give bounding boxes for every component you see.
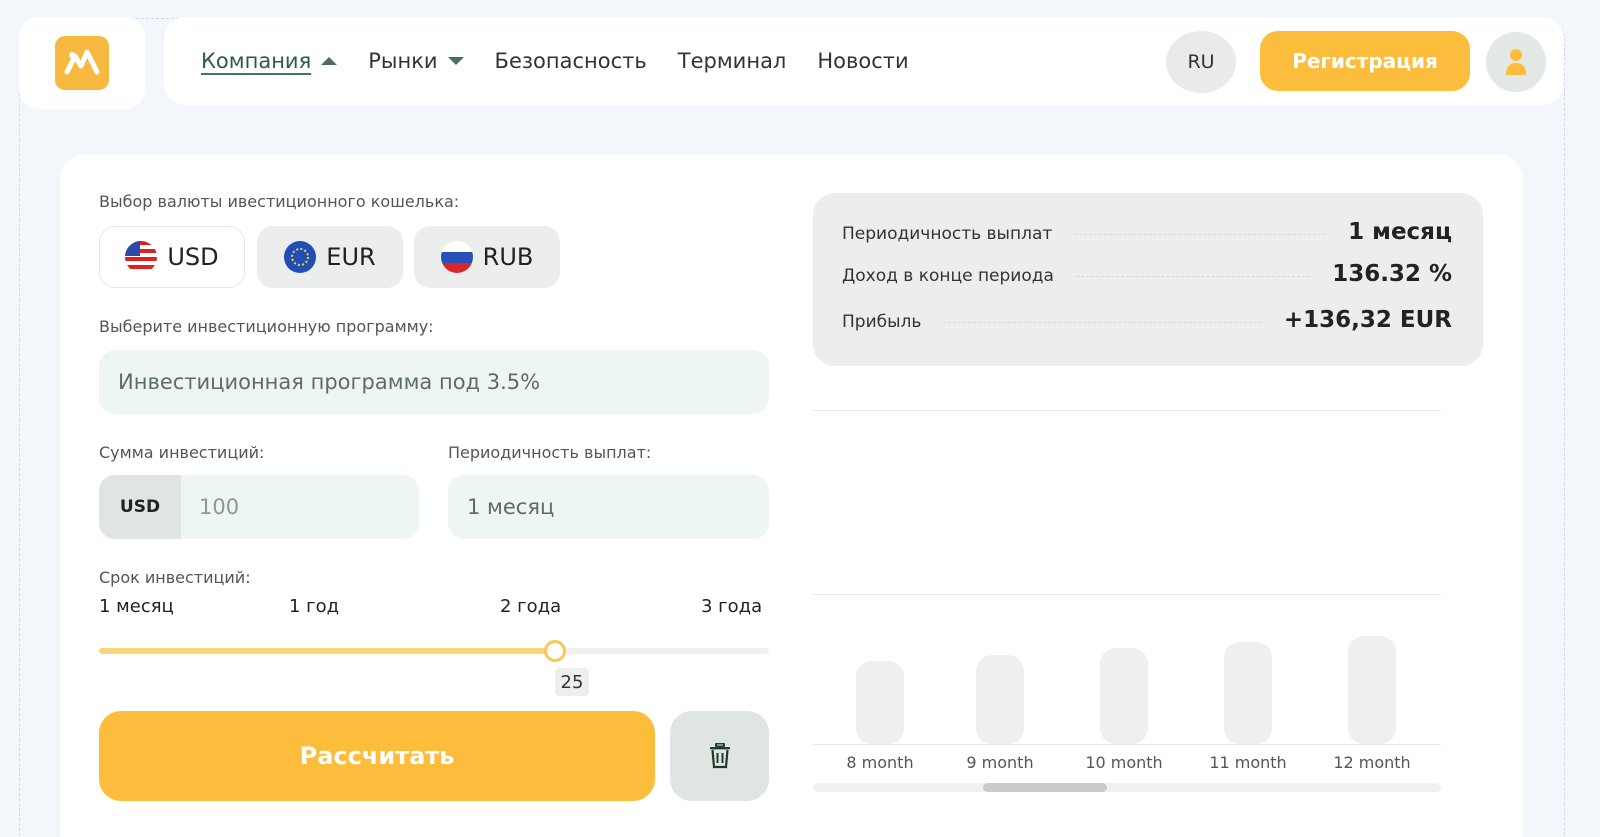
language-switcher[interactable]: RU: [1166, 31, 1236, 93]
chart-gridline: [813, 410, 1441, 411]
nav-item-terminal[interactable]: Терминал: [678, 49, 787, 73]
nav-item-label: Новости: [817, 49, 909, 73]
nav-item-label: Рынки: [368, 49, 438, 73]
chart-x-label: 8 month: [846, 753, 914, 772]
period-select[interactable]: 1 месяц: [448, 475, 769, 539]
term-mark: 1 месяц: [99, 596, 174, 617]
dotted-leader: [1075, 276, 1311, 277]
term-slider-fill: [99, 648, 555, 654]
chart-bar: [1100, 647, 1148, 744]
chart-x-label: 9 month: [966, 753, 1034, 772]
term-mark: 3 года: [701, 596, 763, 617]
eu-flag-icon: [284, 241, 317, 273]
amount-currency-prefix: USD: [99, 475, 181, 539]
us-flag-icon: [125, 241, 158, 273]
currency-usd-button[interactable]: USD: [99, 226, 245, 288]
chart-gridline: [813, 594, 1441, 595]
nav-item-markets[interactable]: Рынки: [368, 49, 464, 73]
top-navigation: Компания Рынки Безопасность Терминал Нов…: [164, 17, 1564, 105]
dotted-leader: [943, 322, 1262, 323]
currency-label: Выбор валюты ивестиционного кошелька:: [99, 192, 460, 211]
nav-item-label: Терминал: [677, 49, 787, 73]
term-mark: 2 года: [500, 596, 562, 617]
dotted-leader: [1074, 234, 1327, 235]
trash-icon: [709, 743, 730, 769]
user-avatar[interactable]: [1486, 32, 1546, 92]
register-button[interactable]: Регистрация: [1260, 31, 1470, 91]
summary-key: Периодичность выплат: [842, 224, 1053, 244]
summary-value: 1 месяц: [1348, 219, 1452, 245]
summary-value: +136,32 EUR: [1283, 307, 1452, 333]
chart-bar: [856, 661, 904, 744]
caret-down-icon: [447, 57, 464, 65]
currency-code: USD: [167, 243, 219, 271]
clear-button[interactable]: [670, 711, 769, 801]
summary-key: Прибыль: [842, 312, 922, 332]
caret-up-icon: [321, 57, 338, 65]
summary-key: Доход в конце периода: [842, 266, 1054, 286]
chart-x-label: 10 month: [1085, 753, 1163, 772]
term-slider-thumb[interactable]: [543, 640, 566, 662]
term-slider-value: 25: [555, 668, 589, 696]
amount-input[interactable]: USD 100: [99, 475, 419, 539]
chart-bar: [976, 654, 1024, 744]
chart-scrollbar[interactable]: [813, 783, 1441, 792]
nav-links: Компания Рынки Безопасность Терминал Нов…: [201, 49, 909, 73]
term-label: Срок инвестиций:: [99, 568, 251, 587]
logo-icon[interactable]: [55, 36, 109, 90]
program-value: Инвестиционная программа под 3.5%: [118, 370, 541, 394]
currency-code: EUR: [326, 243, 376, 271]
chart-x-label: 11 month: [1209, 753, 1287, 772]
chart-scrollbar-thumb[interactable]: [983, 783, 1107, 792]
nav-item-company[interactable]: Компания: [201, 49, 338, 73]
amount-label: Сумма инвестиций:: [99, 443, 265, 462]
nav-item-security[interactable]: Безопасность: [495, 49, 647, 73]
logo-card[interactable]: [19, 17, 145, 109]
user-icon: [1506, 49, 1526, 75]
summary-value: 136.32 %: [1332, 261, 1452, 287]
program-select[interactable]: Инвестиционная программа под 3.5%: [99, 350, 769, 414]
nav-item-label: Безопасность: [494, 49, 647, 73]
summary-row: Прибыль +136,32 EUR: [842, 307, 1452, 333]
period-value: 1 месяц: [467, 495, 555, 519]
summary-panel: Периодичность выплат 1 месяц Доход в кон…: [813, 193, 1483, 366]
chart-x-label: 12 month: [1333, 753, 1411, 772]
period-label: Периодичность выплат:: [448, 443, 652, 462]
chart-bar: [1224, 641, 1272, 744]
summary-row: Доход в конце периода 136.32 %: [842, 261, 1452, 287]
currency-rub-button[interactable]: RUB: [414, 226, 560, 288]
currency-code: RUB: [482, 243, 534, 271]
summary-row: Периодичность выплат 1 месяц: [842, 219, 1452, 245]
term-mark: 1 год: [289, 596, 340, 617]
chart-bar: [1348, 635, 1396, 744]
nav-item-news[interactable]: Новости: [817, 49, 908, 73]
program-label: Выберите инвестиционную программу:: [99, 317, 434, 336]
currency-eur-button[interactable]: EUR: [257, 226, 403, 288]
nav-item-label: Компания: [201, 49, 312, 73]
term-slider[interactable]: [99, 640, 769, 662]
chart-baseline: [813, 744, 1441, 745]
amount-value: 100: [199, 495, 240, 519]
ru-flag-icon: [440, 241, 473, 273]
calculate-button[interactable]: Рассчитать: [99, 711, 655, 801]
